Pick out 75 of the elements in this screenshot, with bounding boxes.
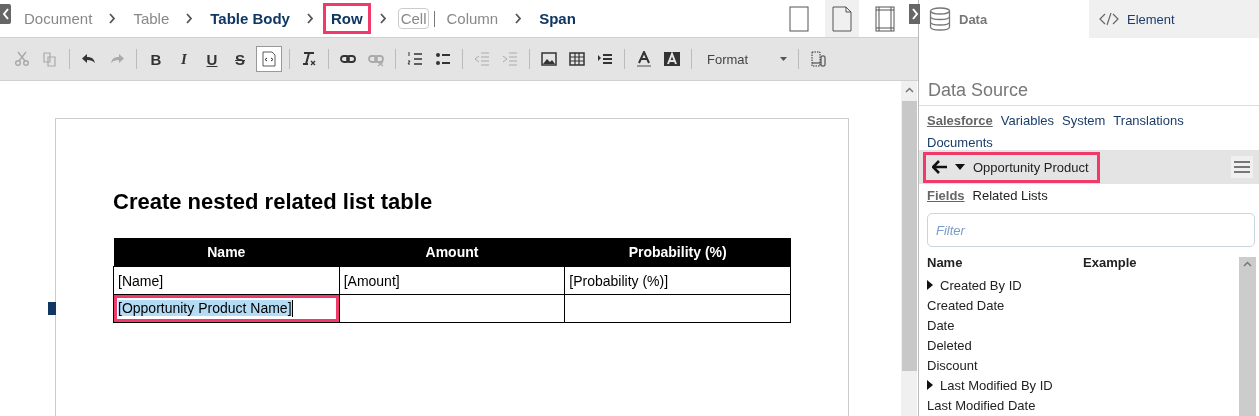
- chevron-icon: [515, 13, 523, 24]
- collapse-panel-icon[interactable]: [0, 4, 11, 24]
- column-header: Name: [927, 255, 964, 272]
- clear-format-icon[interactable]: [301, 51, 317, 67]
- breadcrumb-item[interactable]: Cell: [397, 8, 430, 29]
- field-placeholder: [Name]: [118, 272, 164, 289]
- chevron-icon: [379, 13, 387, 24]
- breadcrumb-item[interactable]: Document: [16, 3, 101, 34]
- chevron-icon: [109, 13, 117, 24]
- panel-heading: Data Source: [919, 80, 1259, 106]
- breadcrumb-item[interactable]: Row: [322, 3, 371, 34]
- underline-button[interactable]: U: [200, 47, 224, 71]
- chevron-icon: [186, 13, 194, 24]
- expand-icon[interactable]: [927, 280, 933, 290]
- image-icon[interactable]: [541, 51, 557, 67]
- field-name[interactable]: Last Modified By ID: [940, 377, 1053, 393]
- field-name[interactable]: Date: [927, 317, 955, 333]
- expand-icon[interactable]: [927, 380, 933, 390]
- back-arrow-icon[interactable]: [932, 160, 947, 174]
- menu-icon[interactable]: [1231, 156, 1253, 178]
- document-heading: Create nested related list table: [113, 189, 434, 215]
- field-name[interactable]: Created Date: [927, 297, 1005, 313]
- page-break-icon[interactable]: [597, 51, 613, 67]
- numbered-list-icon[interactable]: [407, 51, 423, 67]
- field-name[interactable]: Discount: [927, 357, 978, 373]
- scroll-up-icon[interactable]: [904, 87, 914, 93]
- field-placeholder: [Probability (%)]: [569, 272, 669, 289]
- caret-icon: [780, 57, 787, 61]
- strike-button[interactable]: S: [228, 47, 252, 71]
- bulleted-list-icon[interactable]: [435, 51, 451, 67]
- table-cell[interactable]: [Name]: [113, 266, 340, 295]
- source-link[interactable]: Documents: [927, 132, 993, 154]
- code-icon[interactable]: [261, 51, 277, 67]
- object-selector[interactable]: Opportunity Product: [923, 151, 1100, 183]
- source-link[interactable]: System: [1062, 110, 1106, 132]
- list-tab[interactable]: Fields: [927, 188, 965, 203]
- table-cell[interactable]: [Amount]: [339, 266, 565, 295]
- field-name[interactable]: Created By ID: [940, 277, 1022, 293]
- chevron-icon: [306, 13, 314, 24]
- panel-tab[interactable]: Element: [1089, 0, 1259, 38]
- table-cell[interactable]: [339, 294, 565, 323]
- device-preview-icon[interactable]: [810, 51, 826, 67]
- column-header: Example: [1083, 255, 1138, 272]
- source-link[interactable]: Variables: [1000, 110, 1054, 132]
- column-header: Amount: [339, 238, 565, 267]
- list-tab[interactable]: Related Lists: [972, 188, 1048, 203]
- caret-icon[interactable]: [955, 164, 965, 170]
- text-color-icon[interactable]: [636, 51, 652, 67]
- object-name[interactable]: Opportunity Product: [973, 159, 1089, 175]
- column-header: Name: [113, 238, 340, 267]
- format-dropdown[interactable]: Format: [699, 51, 791, 67]
- field-placeholder: [Amount]: [343, 272, 400, 289]
- table-cell[interactable]: [Probability (%)]: [564, 266, 791, 295]
- breadcrumb-item[interactable]: Column: [438, 3, 507, 34]
- source-link[interactable]: Salesforce: [927, 110, 993, 132]
- scroll-up-icon[interactable]: [1243, 261, 1252, 267]
- breadcrumb-item[interactable]: Table: [125, 3, 178, 34]
- table-icon[interactable]: [569, 51, 585, 67]
- filter-field[interactable]: Filter: [927, 213, 1255, 247]
- source-link[interactable]: Translations: [1113, 110, 1184, 132]
- bold-button[interactable]: B: [144, 47, 168, 71]
- column-header: Probability (%): [564, 238, 791, 267]
- table-cell[interactable]: [564, 294, 791, 323]
- database-icon: [929, 7, 951, 31]
- italic-button[interactable]: I: [172, 47, 196, 71]
- scrollbar[interactable]: [901, 81, 917, 416]
- field-name[interactable]: Last Modified Date: [927, 397, 1036, 413]
- breadcrumb-item[interactable]: Span: [531, 3, 584, 34]
- scrollbar[interactable]: [1239, 257, 1256, 416]
- field-name[interactable]: Deleted: [927, 337, 972, 353]
- code-icon: [1099, 12, 1119, 26]
- breadcrumb-item[interactable]: Table Body: [202, 3, 298, 34]
- collapse-panel-icon[interactable]: [909, 4, 920, 24]
- field-placeholder: [Opportunity Product Name]: [118, 299, 292, 316]
- highlight-color-icon[interactable]: [664, 51, 680, 67]
